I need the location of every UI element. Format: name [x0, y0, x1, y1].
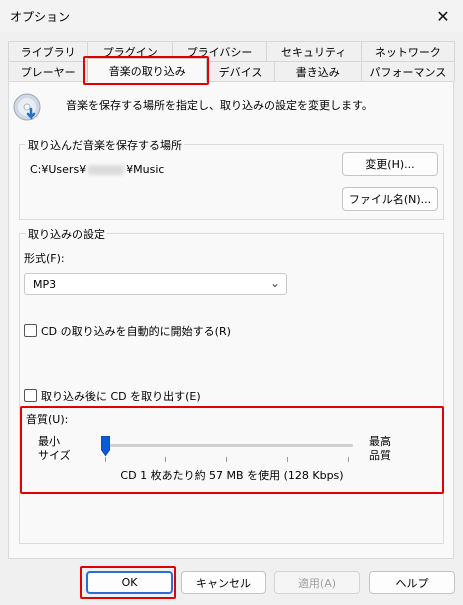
slider-tick — [348, 457, 349, 462]
quality-slider-thumb[interactable] — [101, 436, 110, 456]
slider-tick — [287, 457, 288, 462]
tab-row-2: プレーヤー 音楽の取り込み デバイス 書き込み パフォーマンス — [8, 58, 456, 82]
close-icon[interactable]: ✕ — [423, 0, 463, 32]
intro-text: 音楽を保存する場所を指定し、取り込みの設定を変更します。 — [66, 99, 373, 112]
tab-row-1: ライブラリ プラグイン プライバシー セキュリティ ネットワーク — [8, 41, 456, 61]
cd-rip-icon — [13, 93, 41, 121]
tab-library[interactable]: ライブラリ — [8, 41, 89, 61]
window-title: オプション — [10, 10, 71, 24]
tab-security[interactable]: セキュリティ — [265, 41, 362, 61]
slider-tick — [105, 457, 106, 462]
eject-checkbox[interactable] — [24, 389, 37, 402]
help-button[interactable]: ヘルプ — [369, 571, 455, 594]
rip-settings-label: 取り込みの設定 — [26, 226, 107, 242]
quality-label: 音質(U): — [26, 413, 69, 426]
quality-slider-track[interactable] — [103, 444, 353, 447]
save-path: C:¥Users¥ ¥Music — [30, 163, 164, 176]
options-dialog: オプション ✕ ライブラリ プラグイン プライバシー セキュリティ ネットワーク… — [0, 0, 463, 605]
tab-player[interactable]: プレーヤー — [8, 61, 89, 81]
change-location-button[interactable]: 変更(H)... — [342, 152, 438, 176]
save-location-label: 取り込んだ音楽を保存する場所 — [26, 137, 184, 153]
save-path-prefix: C:¥Users¥ — [30, 163, 87, 176]
ok-button[interactable]: OK — [86, 571, 173, 594]
auto-rip-checkbox[interactable] — [24, 324, 37, 337]
quality-max-line2: 品質 — [369, 449, 391, 462]
apply-button[interactable]: 適用(A) — [274, 571, 360, 594]
tab-devices[interactable]: デバイス — [206, 61, 275, 81]
auto-rip-label: CD の取り込みを自動的に開始する(R) — [41, 325, 231, 338]
eject-label: 取り込み後に CD を取り出す(E) — [41, 390, 201, 403]
tab-burn[interactable]: 書き込み — [273, 61, 362, 81]
quality-info: CD 1 枚あたり約 57 MB を使用 (128 Kbps) — [120, 469, 344, 482]
quality-min-line2: サイズ — [38, 449, 71, 462]
format-select[interactable]: MP3 ⌄ — [24, 273, 287, 295]
filename-button[interactable]: ファイル名(N)... — [342, 187, 438, 211]
chevron-down-icon: ⌄ — [269, 276, 280, 290]
slider-tick — [226, 457, 227, 462]
tab-performance[interactable]: パフォーマンス — [360, 61, 456, 81]
format-value: MP3 — [33, 277, 57, 291]
tab-rip-music[interactable]: 音楽の取り込み — [87, 58, 208, 82]
tab-network[interactable]: ネットワーク — [360, 41, 456, 61]
slider-tick — [165, 457, 166, 462]
cancel-button[interactable]: キャンセル — [181, 571, 266, 594]
redacted-username — [88, 165, 125, 175]
save-path-suffix: ¥Music — [126, 163, 165, 176]
format-label: 形式(F): — [24, 252, 65, 265]
title-bar: オプション ✕ — [0, 0, 463, 32]
